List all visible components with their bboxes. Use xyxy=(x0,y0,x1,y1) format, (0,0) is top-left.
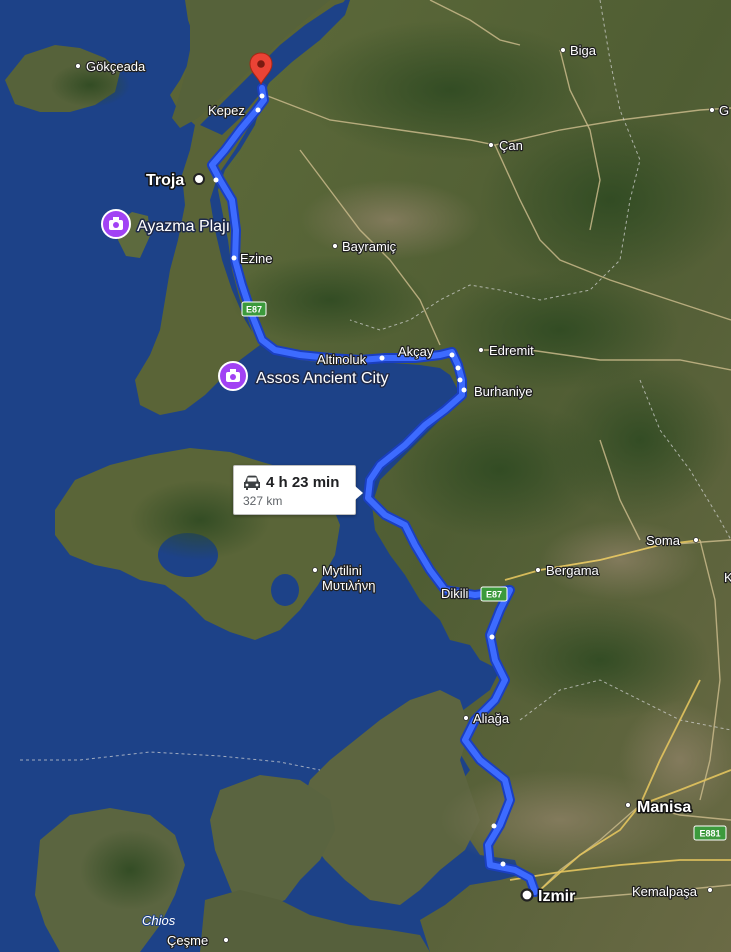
label-gokceada[interactable]: Gökçeada xyxy=(85,58,147,75)
route-distance: 327 km xyxy=(243,494,283,508)
label-can[interactable]: Çan xyxy=(498,137,524,154)
label-mytilini[interactable]: Mytilini xyxy=(321,562,363,579)
label-edremit[interactable]: Edremit xyxy=(488,342,536,359)
label-mytilini-greek[interactable]: Μυτιλήνη xyxy=(321,577,377,594)
troja-marker[interactable] xyxy=(193,173,205,185)
pin-dot xyxy=(257,60,265,68)
map-canvas[interactable]: E87 E87 E881 Gökçeada Biga Kepez Çan Tro… xyxy=(0,0,731,952)
assos-poi-marker[interactable] xyxy=(218,361,248,391)
lesbos-gulf-2 xyxy=(271,574,299,606)
shield-label: E87 xyxy=(486,590,502,600)
route-duration-callout[interactable]: 4 h 23 min 327 km xyxy=(233,465,363,515)
shield-label: E881 xyxy=(699,829,720,839)
label-soma[interactable]: Soma xyxy=(645,532,682,549)
label-edge-g: G xyxy=(719,103,729,118)
label-bayramic[interactable]: Bayramiç xyxy=(341,238,398,255)
label-cesme[interactable]: Çeşme xyxy=(166,932,210,949)
label-akcay[interactable]: Akçay xyxy=(397,343,435,360)
label-burhaniye[interactable]: Burhaniye xyxy=(473,383,534,400)
label-izmir[interactable]: Izmir xyxy=(537,887,577,907)
label-kepez[interactable]: Kepez xyxy=(207,102,246,119)
label-kemalpasa[interactable]: Kemalpaşa xyxy=(631,883,699,900)
label-ayazma-plaji[interactable]: Ayazma Plajı xyxy=(136,217,232,237)
label-dikili[interactable]: Dikili xyxy=(440,585,470,602)
label-edge-k: K xyxy=(724,570,731,585)
road-shield-e87-north: E87 xyxy=(241,301,267,317)
car-icon xyxy=(244,475,260,490)
label-chios[interactable]: Chios xyxy=(141,912,177,929)
shield-label: E87 xyxy=(246,305,262,315)
label-bergama[interactable]: Bergama xyxy=(545,562,601,579)
road-shield-e881: E881 xyxy=(693,825,727,841)
label-altinoluk[interactable]: Altinoluk xyxy=(316,351,368,368)
label-biga[interactable]: Biga xyxy=(569,42,598,59)
izmir-marker[interactable] xyxy=(520,888,534,902)
ayazma-poi-marker[interactable] xyxy=(101,209,131,239)
label-manisa[interactable]: Manisa xyxy=(636,798,693,818)
label-ezine[interactable]: Ezine xyxy=(239,250,274,267)
road-shield-e87-south: E87 xyxy=(480,586,508,602)
route-duration: 4 h 23 min xyxy=(266,474,340,491)
label-troja[interactable]: Troja xyxy=(145,171,186,191)
label-aliaga[interactable]: Aliağa xyxy=(472,710,511,727)
label-assos-ancient-city[interactable]: Assos Ancient City xyxy=(255,369,391,389)
